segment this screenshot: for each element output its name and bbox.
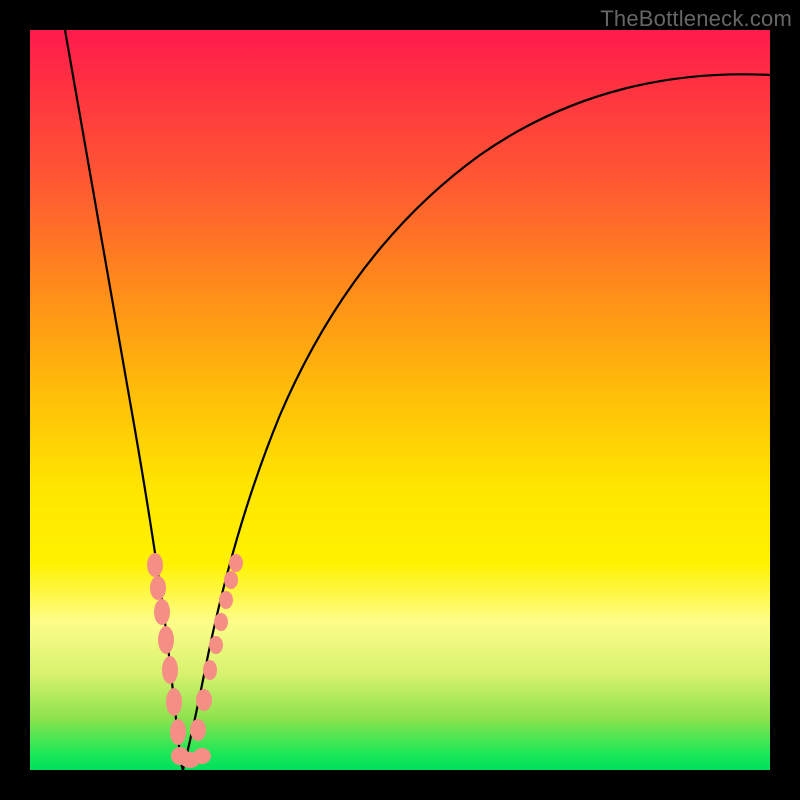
curve-layer xyxy=(30,30,770,770)
highlight-dot xyxy=(147,553,163,577)
highlight-dot xyxy=(166,688,182,716)
highlight-dot xyxy=(229,554,243,572)
highlight-dot xyxy=(162,656,178,684)
watermark-text: TheBottleneck.com xyxy=(600,6,792,32)
highlight-dot xyxy=(224,571,238,589)
chart-frame: TheBottleneck.com xyxy=(0,0,800,800)
highlight-dot xyxy=(190,719,206,741)
highlight-dot xyxy=(158,626,174,654)
highlight-dot xyxy=(150,576,166,600)
highlight-dot xyxy=(209,636,223,654)
highlight-dot xyxy=(203,660,217,680)
highlight-dot xyxy=(219,591,233,609)
highlight-dot xyxy=(193,748,211,764)
highlight-dot xyxy=(170,719,186,745)
highlight-dot xyxy=(154,599,170,625)
curve-right-branch xyxy=(183,74,770,770)
highlight-dot xyxy=(214,613,228,631)
highlight-dot xyxy=(196,689,212,711)
plot-area xyxy=(30,30,770,770)
